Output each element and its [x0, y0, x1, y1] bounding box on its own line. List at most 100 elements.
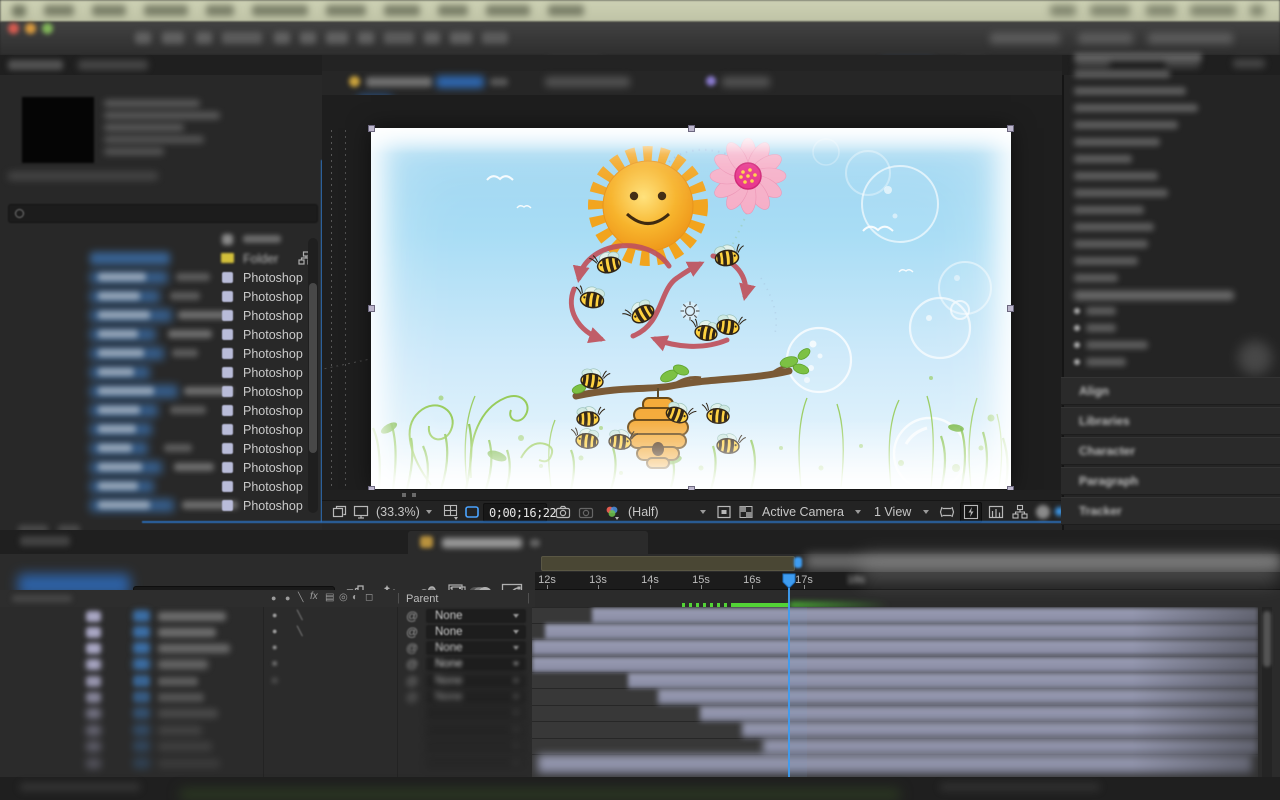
switch-icon[interactable]: ◻ — [365, 592, 373, 603]
list-item[interactable]: Photoshop — [0, 287, 322, 306]
pick-whip-icon[interactable]: @ — [406, 690, 418, 704]
fx-switch-icon[interactable]: fx — [310, 591, 318, 602]
eye-icon[interactable]: ● — [272, 642, 277, 652]
eye-icon[interactable]: ● — [272, 626, 277, 636]
comp-view[interactable] — [371, 128, 1011, 489]
tool-icon[interactable] — [222, 32, 262, 44]
pick-whip-icon[interactable]: @ — [406, 657, 418, 671]
effects-list-row[interactable] — [1074, 223, 1154, 231]
switch-icon[interactable]: ▤ — [325, 592, 334, 603]
effects-list-row[interactable] — [1074, 121, 1178, 129]
layer-name-blurred[interactable] — [158, 759, 220, 768]
effects-list-row[interactable] — [1074, 189, 1168, 197]
tool-icon[interactable] — [196, 32, 212, 44]
layer-name-blurred[interactable] — [158, 693, 204, 702]
menu-item[interactable] — [486, 5, 530, 16]
tool-icon[interactable] — [300, 32, 316, 44]
layer-name-blurred[interactable] — [158, 726, 202, 735]
window-zoom-button[interactable] — [42, 23, 53, 34]
layer-name-blurred[interactable] — [158, 709, 218, 718]
effects-list-row[interactable] — [1074, 70, 1170, 78]
monitor-icon[interactable] — [353, 504, 369, 520]
list-item[interactable]: Photoshop — [0, 363, 322, 382]
list-item[interactable]: Photoshop — [0, 325, 322, 344]
parent-dropdown[interactable] — [426, 739, 526, 753]
window-close-button[interactable] — [8, 23, 19, 34]
menu-item[interactable] — [252, 5, 308, 16]
current-time-display[interactable]: 0;00;16;22 — [483, 503, 547, 522]
layer-row[interactable]: @None — [0, 689, 535, 705]
tool-icon[interactable] — [482, 32, 508, 44]
switch-icon[interactable]: ◐ — [352, 592, 358, 603]
menu-spotlight-icon[interactable] — [1250, 5, 1264, 16]
menu-status-item[interactable] — [1090, 5, 1130, 16]
tool-icon[interactable] — [162, 32, 184, 44]
layer-color-swatch[interactable] — [86, 676, 101, 687]
eye-icon[interactable]: ● — [272, 675, 277, 685]
switch-icon[interactable]: ╲ — [298, 592, 303, 603]
always-preview-icon[interactable] — [332, 504, 348, 520]
menu-item[interactable] — [438, 5, 468, 16]
panel-tab[interactable] — [78, 60, 148, 70]
character-panel-header[interactable]: Character — [1061, 437, 1280, 465]
grid-guides-icon[interactable] — [443, 504, 459, 520]
time-navigator[interactable] — [541, 556, 795, 571]
workspace-tab[interactable] — [990, 33, 1060, 44]
paragraph-panel-header[interactable]: Paragraph — [1061, 467, 1280, 495]
eye-icon[interactable]: ● — [272, 610, 277, 620]
effects-list-row[interactable] — [1074, 240, 1148, 248]
effects-list-row[interactable] — [1074, 138, 1160, 146]
layer-color-swatch[interactable] — [86, 611, 101, 622]
chevron-down-icon[interactable] — [426, 510, 432, 514]
region-of-interest-icon[interactable] — [464, 504, 480, 520]
effects-list-row[interactable] — [1074, 104, 1198, 112]
layer-row[interactable]: ●╲@None — [0, 624, 535, 640]
navigator-handle[interactable] — [794, 557, 802, 568]
apple-menu-icon[interactable] — [12, 5, 26, 17]
playhead-line[interactable] — [788, 588, 790, 777]
parent-dropdown[interactable]: None — [426, 657, 526, 671]
comp-tab-name-highlight[interactable] — [436, 76, 484, 88]
menu-item[interactable] — [548, 5, 584, 16]
tracker-panel-header[interactable]: Tracker — [1061, 497, 1280, 525]
effects-list-row[interactable] — [1074, 87, 1186, 95]
snapshot-icon[interactable] — [555, 504, 571, 520]
tool-icon[interactable] — [135, 32, 151, 44]
layer-name-blurred[interactable] — [158, 644, 230, 653]
layer-tab-label-blurred[interactable] — [545, 77, 630, 87]
layer-color-swatch[interactable] — [86, 758, 101, 769]
panel-tab[interactable] — [1233, 59, 1265, 68]
layer-color-swatch[interactable] — [86, 741, 101, 752]
comp-tab-close[interactable] — [490, 78, 508, 86]
effects-list-row[interactable] — [1074, 53, 1202, 61]
magnification-ratio[interactable]: (33.3%) — [376, 505, 420, 519]
effects-list-row[interactable] — [1074, 172, 1158, 180]
parent-column-header[interactable]: Parent — [406, 593, 438, 605]
project-panel-tab[interactable] — [8, 60, 63, 70]
list-item[interactable]: Photoshop — [0, 268, 322, 287]
list-item[interactable] — [0, 230, 322, 249]
tool-icon[interactable] — [326, 32, 348, 44]
channels-icon[interactable] — [604, 504, 620, 520]
menu-item[interactable] — [326, 5, 366, 16]
layer-row[interactable]: ●@None — [0, 656, 535, 672]
switch-icon[interactable]: ● — [271, 593, 276, 603]
layer-color-swatch[interactable] — [86, 692, 101, 703]
list-item[interactable]: Photoshop — [0, 420, 322, 439]
parent-dropdown[interactable]: None — [426, 641, 526, 655]
show-snapshot-icon[interactable] — [578, 504, 594, 520]
comp-tab-label-blurred[interactable] — [366, 77, 432, 87]
comp-scroll-strip[interactable] — [322, 490, 1062, 500]
layer-row[interactable] — [0, 755, 535, 771]
selection-handle[interactable] — [368, 305, 375, 312]
effects-list-row[interactable] — [1074, 206, 1144, 214]
effect-controls-label-blurred[interactable] — [722, 77, 770, 87]
timeline-scrollbar-thumb[interactable] — [1263, 611, 1271, 667]
effects-list-row[interactable] — [1074, 274, 1118, 282]
list-item[interactable]: Photoshop — [0, 477, 322, 496]
chevron-down-icon[interactable] — [700, 510, 706, 514]
menu-item[interactable] — [44, 5, 74, 16]
layer-row[interactable] — [0, 705, 535, 721]
layer-color-swatch[interactable] — [86, 643, 101, 654]
menu-item[interactable] — [384, 5, 420, 16]
